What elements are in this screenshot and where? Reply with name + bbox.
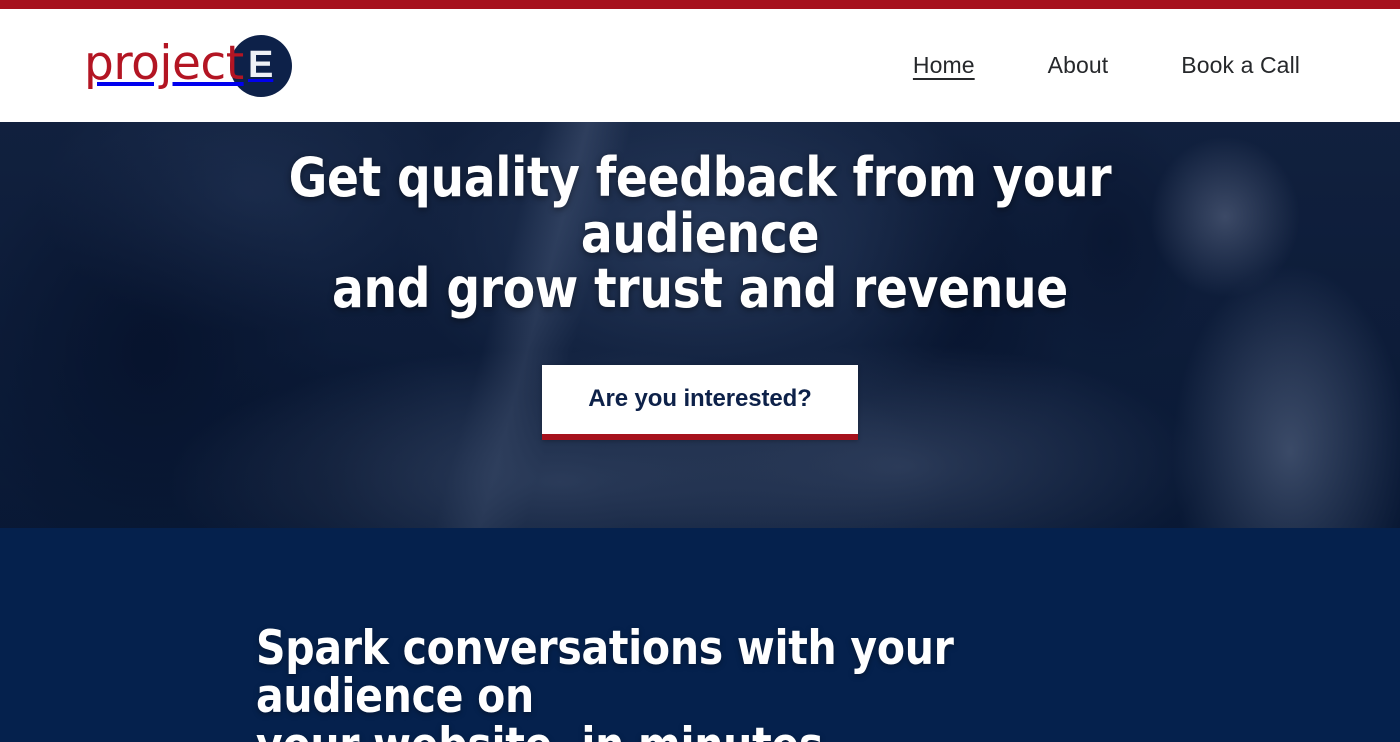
feature-title-line-2: your website, in minutes [256, 718, 823, 742]
hero-title: Get quality feedback from your audience … [234, 150, 1165, 317]
main-navigation: Home About Book a Call [913, 52, 1300, 79]
feature-content: Spark conversations with your audience o… [0, 528, 1400, 742]
brand-logo-letter: E [247, 43, 274, 86]
nav-link-home[interactable]: Home [913, 52, 975, 79]
feature-title: Spark conversations with your audience o… [256, 624, 1129, 742]
landing-page: project E Home About Book a Call Get qua… [0, 0, 1400, 742]
brand-logo[interactable]: project E [84, 34, 292, 97]
hero-cta-button[interactable]: Are you interested? [542, 364, 858, 440]
site-header: project E Home About Book a Call [0, 9, 1400, 122]
hero-content: Get quality feedback from your audience … [0, 122, 1400, 528]
hero-title-line-1: Get quality feedback from your audience [288, 146, 1112, 265]
nav-link-about[interactable]: About [1048, 52, 1109, 79]
feature-section: Spark conversations with your audience o… [0, 528, 1400, 742]
hero-title-line-2: and grow trust and revenue [332, 257, 1068, 321]
top-accent-bar [0, 0, 1400, 9]
feature-title-line-1: Spark conversations with your audience o… [256, 621, 954, 725]
brand-logo-word: project [84, 36, 244, 91]
hero-section: Get quality feedback from your audience … [0, 122, 1400, 528]
nav-link-book-a-call[interactable]: Book a Call [1181, 52, 1300, 79]
